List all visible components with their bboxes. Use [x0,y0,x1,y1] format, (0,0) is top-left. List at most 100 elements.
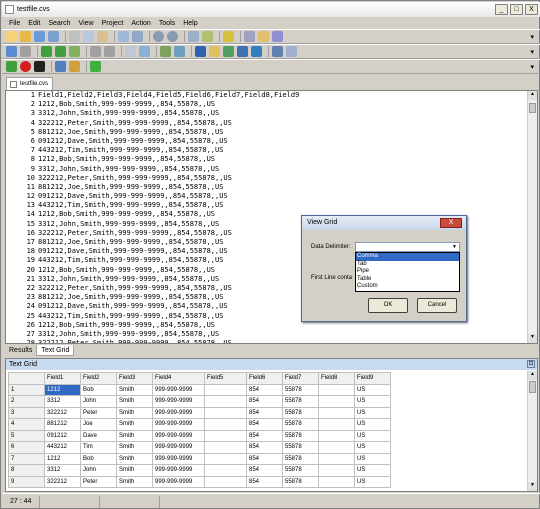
grid-cell[interactable]: 443212 [44,441,81,454]
table-row[interactable]: 4 881212 Joe Smith 999-999-9999 854 55878 US [8,418,391,431]
column-header[interactable]: Field5 [204,372,247,385]
folder-icon[interactable] [209,46,220,57]
scroll-thumb[interactable] [529,103,536,113]
spellcheck-icon[interactable] [223,31,234,42]
grid-cell[interactable]: 55878 [282,383,319,396]
grid-cell[interactable]: 854 [246,452,283,465]
menu-action[interactable]: Action [127,20,154,27]
table-row[interactable]: 9 322212 Peter Smith 999-999-9999 854 55878 US [8,475,391,488]
grid-cell[interactable]: US [354,475,391,488]
column-header[interactable]: Field9 [354,372,391,385]
play-icon[interactable] [6,61,17,72]
grid-cell[interactable]: 55878 [282,452,319,465]
grid-cell[interactable] [204,429,247,442]
chevron-down-icon[interactable]: ▾ [530,48,534,56]
redo-icon[interactable] [167,31,178,42]
grid-cell[interactable] [204,383,247,396]
delimiter-option[interactable]: Pipe [356,268,459,276]
table-row[interactable]: 5 091212 Dave Smith 999-999-9999 854 55878 US [8,429,391,442]
grid-cell[interactable]: Smith [116,418,153,431]
grid-cell[interactable]: Tim [80,441,117,454]
unwrap-icon[interactable] [104,46,115,57]
grid-cell[interactable]: US [354,418,391,431]
column-header[interactable]: Field7 [282,372,319,385]
undo-icon[interactable] [153,31,164,42]
column-header[interactable]: Field2 [80,372,117,385]
grid-cell[interactable] [318,429,355,442]
grid-cell[interactable]: 999-999-9999 [152,441,205,454]
column-header[interactable]: Field1 [44,372,81,385]
delimiter-select[interactable]: ▼ [355,242,460,252]
chevron-down-icon[interactable]: ▾ [530,33,534,41]
table-row[interactable]: 7 1212 Bob Smith 999-999-9999 854 55878 US [8,452,391,465]
grid-cell[interactable]: 854 [246,383,283,396]
grid-cell[interactable] [204,452,247,465]
file-tab[interactable]: testfile.cvs [6,77,54,90]
grid-scrollbar[interactable]: ▲ ▼ [527,371,537,491]
open-folder-icon[interactable] [20,31,31,42]
comment-icon[interactable] [69,46,80,57]
row-header[interactable]: 6 [8,441,45,454]
scroll-down-icon[interactable]: ▼ [528,482,537,491]
grid-cell[interactable] [318,418,355,431]
row-header[interactable]: 8 [8,464,45,477]
grid-cell[interactable]: John [80,464,117,477]
column-header[interactable]: Field4 [152,372,205,385]
grid-cell[interactable]: US [354,464,391,477]
delimiter-option[interactable]: Comma [356,253,459,261]
grid-cell[interactable]: US [354,406,391,419]
menu-project[interactable]: Project [98,20,128,27]
run-multiple-icon[interactable] [90,61,101,72]
grid-cell[interactable]: Bob [80,452,117,465]
grid-cell[interactable]: Smith [116,452,153,465]
table-row[interactable]: 8 3312 John Smith 999-999-9999 854 55878 US [8,464,391,477]
grid-icon[interactable] [272,46,283,57]
grid-cell[interactable]: Smith [116,464,153,477]
help-icon[interactable] [272,31,283,42]
row-header[interactable]: 5 [8,429,45,442]
grid-cell[interactable] [204,418,247,431]
pin-icon[interactable]: ⊡ [527,360,535,368]
grid-cell[interactable] [204,475,247,488]
grid-cell[interactable]: 091212 [44,429,81,442]
save-all-icon[interactable] [48,31,59,42]
grid-cell[interactable]: Peter [80,475,117,488]
grid-cell[interactable]: Smith [116,429,153,442]
grid-cell[interactable]: 55878 [282,406,319,419]
goto-icon[interactable] [139,46,150,57]
scroll-down-icon[interactable]: ▼ [528,334,537,343]
grid-cell[interactable]: Peter [80,406,117,419]
grid-cell[interactable]: US [354,429,391,442]
grid-cell[interactable] [204,441,247,454]
grid-cell[interactable]: US [354,441,391,454]
row-header[interactable]: 3 [8,406,45,419]
row-header[interactable]: 4 [8,418,45,431]
wrap-icon[interactable] [90,46,101,57]
paste-icon[interactable] [97,31,108,42]
grid-cell[interactable] [204,395,247,408]
row-header[interactable]: 1 [8,383,45,396]
save-macro-icon[interactable] [55,61,66,72]
grid-cell[interactable] [204,464,247,477]
row-header[interactable]: 2 [8,395,45,408]
list-icon[interactable] [174,46,185,57]
tab-results[interactable]: Results [5,345,36,356]
grid-cell[interactable] [318,475,355,488]
abc-icon[interactable] [244,31,255,42]
notes-icon[interactable] [258,31,269,42]
scroll-up-icon[interactable]: ▲ [528,91,537,100]
circle-icon[interactable] [223,46,234,57]
grid-cell[interactable]: US [354,383,391,396]
tag-icon[interactable] [160,46,171,57]
grid-cell[interactable] [318,452,355,465]
scroll-up-icon[interactable]: ▲ [528,371,537,380]
grid-cell[interactable]: US [354,395,391,408]
grid-cell[interactable]: 55878 [282,441,319,454]
grid-cell[interactable]: 854 [246,418,283,431]
delimiter-option[interactable]: Custom [356,283,459,291]
grid-cell[interactable]: 854 [246,441,283,454]
record-icon[interactable] [20,61,31,72]
close-button[interactable]: X [525,4,538,15]
save-icon[interactable] [34,31,45,42]
menu-view[interactable]: View [75,20,98,27]
